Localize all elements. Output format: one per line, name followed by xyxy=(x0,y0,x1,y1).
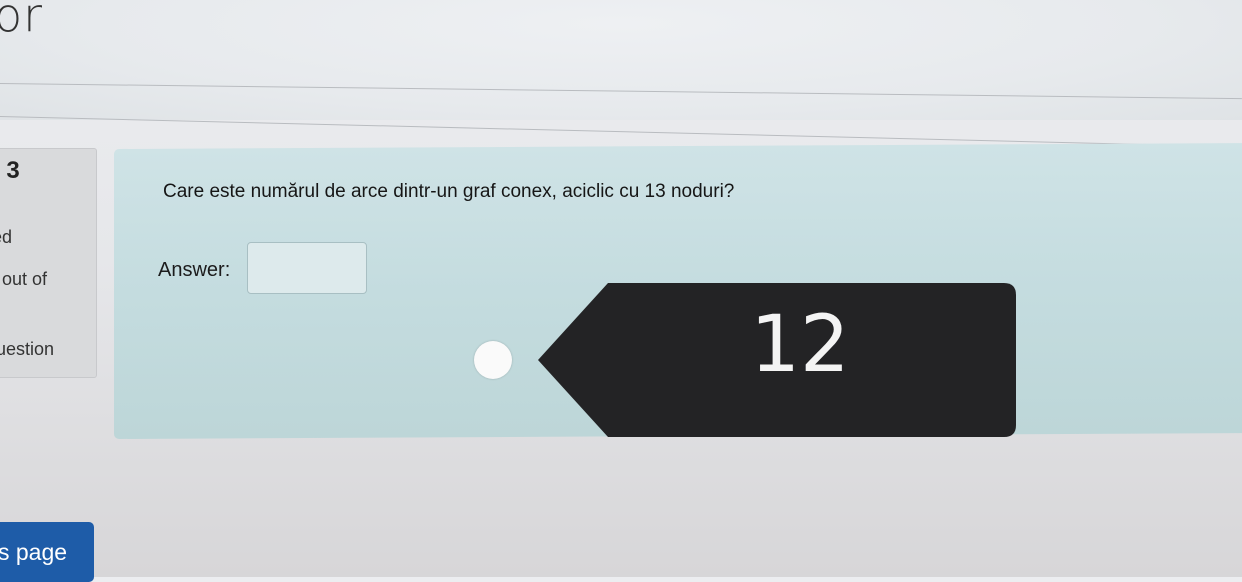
page-title: or xyxy=(0,0,43,42)
page-header xyxy=(0,0,1242,120)
question-text: Care este numărul de arce dintr-un graf … xyxy=(163,181,734,203)
tooltip-anchor-dot xyxy=(474,341,512,379)
answer-label: Answer: xyxy=(158,259,230,282)
next-page-button[interactable]: s page xyxy=(0,522,94,582)
question-mark: out of xyxy=(2,269,47,290)
tooltip-value: 12 xyxy=(580,306,1020,384)
question-info-panel: n 3 ed out of uestion xyxy=(0,148,97,378)
answer-input[interactable] xyxy=(247,242,367,294)
question-number: n 3 xyxy=(0,157,20,185)
flag-question-link[interactable]: uestion xyxy=(0,339,54,360)
question-status: ed xyxy=(0,227,12,248)
question-number-value: 3 xyxy=(6,157,19,184)
section-divider xyxy=(0,116,1242,147)
